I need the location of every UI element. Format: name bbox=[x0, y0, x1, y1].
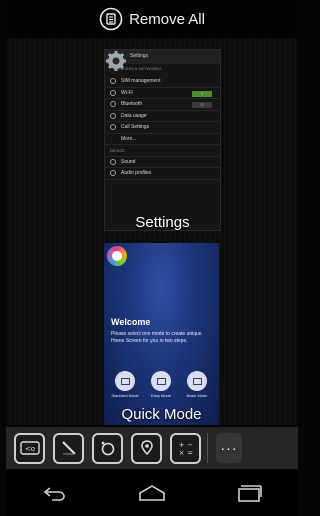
calculator-icon: + − × = bbox=[178, 441, 193, 457]
settings-row: More... bbox=[105, 134, 220, 145]
settings-preview-list: SIM management Wi-Fi I Bluetooth O Data us… bbox=[105, 76, 220, 180]
standard-mode-icon bbox=[115, 371, 135, 391]
bluetooth-icon bbox=[110, 101, 116, 108]
svg-text:+: + bbox=[178, 441, 184, 449]
quick-apps-dock: <o + − × = ··· bbox=[6, 427, 298, 469]
dock-more-button[interactable]: ··· bbox=[216, 433, 242, 463]
camera-icon bbox=[101, 441, 114, 456]
settings-row: Call Settings bbox=[105, 122, 220, 134]
quick-mode-welcome: Welcome bbox=[111, 317, 151, 327]
phone-icon bbox=[110, 124, 116, 131]
maps-icon bbox=[140, 440, 153, 456]
settings-section-header: DEVICE bbox=[105, 145, 220, 157]
wifi-toggle: I bbox=[192, 90, 212, 97]
audio-profiles-icon bbox=[110, 170, 116, 177]
recent-app-card-settings[interactable]: Settings WIRELESS & NETWORKS SIM managem… bbox=[104, 49, 221, 231]
recent-app-title: Settings bbox=[135, 214, 190, 231]
basic-mode-icon bbox=[187, 371, 207, 391]
svg-text:−: − bbox=[187, 441, 193, 449]
svg-text:<o: <o bbox=[24, 445, 34, 453]
sim-icon bbox=[110, 78, 116, 85]
bluetooth-toggle: O bbox=[192, 102, 212, 108]
mode-option: Easy Mode bbox=[147, 371, 175, 398]
back-icon bbox=[43, 486, 65, 501]
settings-preview-title: Settings bbox=[130, 53, 149, 59]
home-button[interactable] bbox=[127, 478, 177, 508]
settings-row: Bluetooth O bbox=[105, 99, 220, 111]
mode-option: Standard Mode bbox=[111, 371, 139, 398]
settings-row: SIM management bbox=[105, 76, 220, 88]
settings-row: Wi-Fi I bbox=[105, 88, 220, 99]
maps-app[interactable] bbox=[131, 432, 162, 464]
notes-app[interactable] bbox=[53, 432, 84, 464]
remove-all-icon bbox=[99, 7, 123, 31]
settings-preview-subheader: WIRELESS & NETWORKS bbox=[113, 66, 162, 71]
mode-option: Basic Mode bbox=[183, 371, 211, 398]
quick-mode-logo-icon bbox=[107, 246, 127, 266]
recent-apps-icon bbox=[238, 484, 263, 502]
dock-divider bbox=[207, 433, 208, 463]
camera-app[interactable] bbox=[92, 432, 123, 464]
recent-app-card-quick-mode[interactable]: Welcome Please select one mode to create… bbox=[104, 243, 219, 425]
settings-row: Data usage bbox=[105, 111, 220, 122]
back-button[interactable] bbox=[30, 478, 80, 508]
easy-mode-icon bbox=[151, 371, 171, 391]
data-usage-icon bbox=[110, 112, 116, 119]
notes-icon bbox=[61, 441, 76, 455]
camera-switch-icon: <o bbox=[19, 441, 40, 455]
settings-row: Sound bbox=[105, 157, 220, 168]
svg-text:×: × bbox=[178, 449, 184, 457]
remove-all-label: Remove All bbox=[129, 10, 205, 28]
quick-mode-options: Standard Mode Easy Mode Basic Mode bbox=[111, 371, 211, 398]
recent-apps-button[interactable] bbox=[224, 478, 274, 508]
wifi-icon bbox=[110, 89, 116, 96]
navigation-bar bbox=[6, 469, 298, 516]
settings-row: Audio profiles bbox=[105, 168, 220, 180]
quick-mode-description: Please select one mode to create unique … bbox=[111, 331, 202, 344]
camera-switch-app[interactable]: <o bbox=[14, 432, 45, 464]
recent-app-title: Quick Mode bbox=[121, 406, 202, 423]
sound-icon bbox=[110, 158, 116, 165]
home-icon bbox=[139, 484, 165, 501]
calculator-app[interactable]: + − × = bbox=[170, 432, 201, 464]
remove-all-button[interactable]: Remove All bbox=[6, 0, 298, 38]
svg-text:=: = bbox=[187, 449, 193, 457]
